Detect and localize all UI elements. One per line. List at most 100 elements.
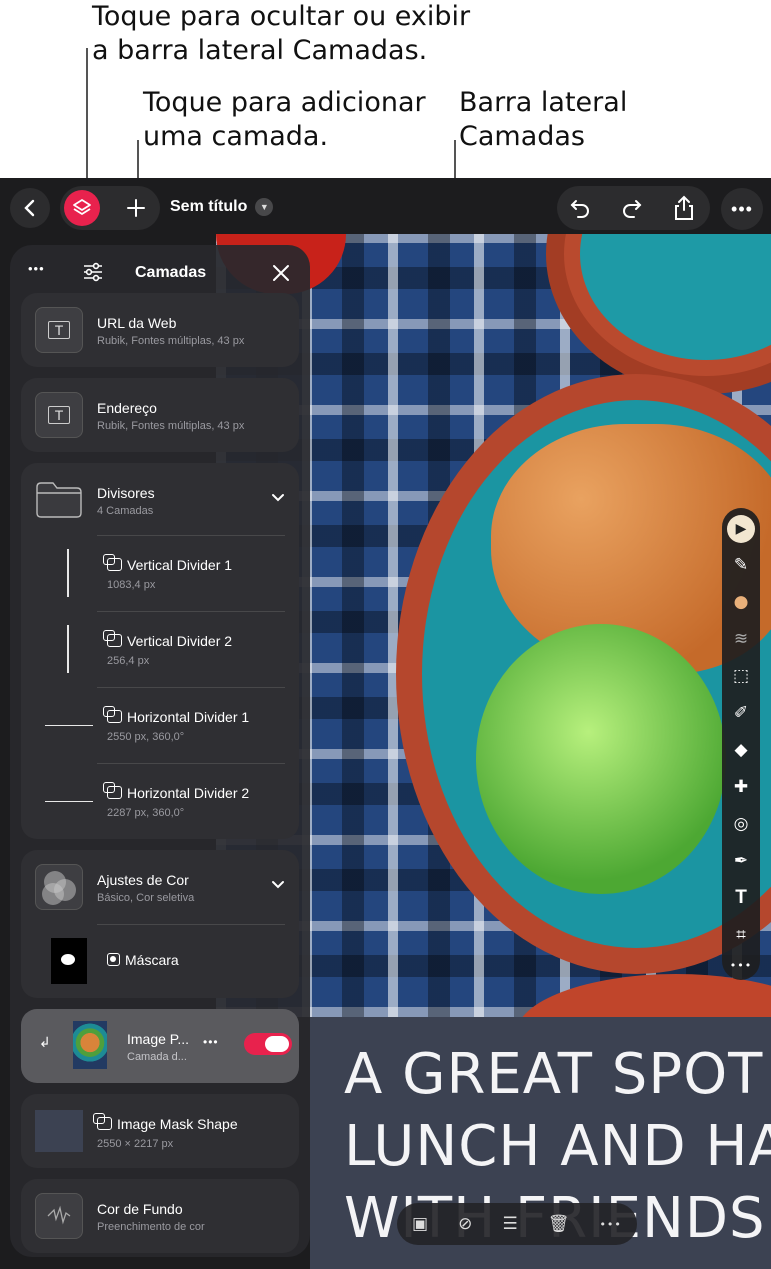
text-tool-icon[interactable]: T (722, 882, 760, 914)
horizontal-line-thumbnail (45, 725, 93, 726)
layers-icon (73, 199, 91, 215)
layer-row-web-url[interactable]: T URL da Web Rubik, Fontes múltiplas, 43… (21, 293, 299, 367)
callout-text-line: Toque para adicionar (143, 87, 426, 118)
mask-image-icon[interactable]: ⊘ (458, 1214, 472, 1234)
mask-label: Máscara (107, 952, 179, 968)
redo-icon[interactable] (621, 198, 643, 218)
back-button[interactable] (10, 188, 50, 228)
mask-row[interactable]: Máscara (21, 924, 299, 998)
brush-icon[interactable]: ✐ (722, 697, 760, 729)
callout-text-line: a barra lateral Camadas. (92, 35, 428, 66)
mask-icon (107, 953, 120, 966)
layer-details: Básico, Cor seletiva (97, 892, 195, 904)
layer-row-horizontal-divider-1[interactable]: Horizontal Divider 1 2550 px, 360,0° (21, 687, 299, 763)
layer-details: 2550 × 2217 px (97, 1138, 174, 1150)
document-title: Sem título (170, 198, 248, 215)
history-share-group (557, 186, 710, 230)
layer-group-dividers[interactable]: Divisores 4 Camadas Vertical Divider 1 1… (21, 463, 299, 839)
layer-row-vertical-divider-1[interactable]: Vertical Divider 1 1083,4 px (21, 535, 299, 611)
marquee-icon[interactable]: ⬚ (722, 660, 760, 692)
layer-row-image-selected[interactable]: ↲ Image P... Camada d... ••• (21, 1009, 299, 1083)
layer-name-text: Horizontal Divider 2 (127, 785, 250, 801)
callout-text-line: Barra lateral (459, 87, 628, 118)
adjust-sliders-icon[interactable]: ☰ (502, 1214, 517, 1234)
clipping-arrow-icon: ↲ (39, 1035, 51, 1051)
text-layer-icon: T (35, 307, 83, 353)
layers-toggle-button[interactable] (64, 190, 100, 226)
layer-details: 256,4 px (107, 655, 150, 667)
layer-name: Image P... (127, 1031, 190, 1047)
callout-text-line: Toque para ocultar ou exibir (92, 1, 471, 32)
layer-name: Image Mask Shape (93, 1113, 238, 1132)
layer-name: Endereço (97, 400, 157, 416)
chevron-down-icon[interactable] (271, 880, 285, 890)
layer-row-image-mask-shape[interactable]: Image Mask Shape 2550 × 2217 px (21, 1094, 299, 1168)
pen-icon[interactable]: ✒ (722, 845, 760, 877)
layer-more-icon[interactable]: ••• (203, 1035, 219, 1049)
panel-title: Camadas (135, 264, 207, 281)
layer-row-vertical-divider-2[interactable]: Vertical Divider 2 256,4 px (21, 611, 299, 687)
layers-sidebar: ••• Camadas T URL da Web Rubik, Fontes m… (10, 245, 310, 1257)
layer-details: Rubik, Fontes múltiplas, 43 px (97, 335, 245, 347)
bottom-toolbar: ▣ ⊘ ☰ 🗑 ••• (397, 1203, 637, 1245)
ellipsis-icon: ••• (731, 198, 753, 219)
close-icon[interactable] (272, 264, 290, 282)
layer-row-address[interactable]: T Endereço Rubik, Fontes múltiplas, 43 p… (21, 378, 299, 452)
layer-row-horizontal-divider-2[interactable]: Horizontal Divider 2 2287 px, 360,0° (21, 763, 299, 839)
clone-icon[interactable]: ◎ (722, 808, 760, 840)
layer-name: Horizontal Divider 1 (103, 706, 250, 725)
chevron-left-icon (24, 199, 35, 217)
horizontal-line-thumbnail (45, 801, 93, 802)
layer-name-text: Horizontal Divider 1 (127, 709, 250, 725)
chevron-down-icon: ▼ (255, 198, 274, 216)
color-icon[interactable]: ● (722, 586, 760, 618)
shape-thumbnail (35, 1110, 83, 1152)
leader-line (86, 48, 88, 188)
document-title-menu[interactable]: Sem título ▼ (170, 198, 274, 216)
more-options-button[interactable]: ••• (721, 188, 763, 230)
layer-name: Cor de Fundo (97, 1201, 183, 1217)
shape-layer-icon (93, 1113, 112, 1130)
share-icon[interactable] (673, 195, 695, 221)
lettuce-shape (476, 624, 726, 894)
shape-layer-icon (103, 706, 122, 723)
callout-layers-toggle: Toque para ocultar ou exibir a barra lat… (92, 0, 470, 68)
add-layer-button[interactable] (118, 190, 154, 226)
eraser-icon[interactable]: ◆ (722, 734, 760, 766)
bandage-icon[interactable]: ✚ (722, 771, 760, 803)
trash-icon[interactable]: 🗑 (548, 1214, 570, 1234)
more-icon[interactable]: ••• (722, 950, 760, 982)
pin-icon[interactable]: ✎ (722, 549, 760, 581)
folder-icon (36, 482, 82, 518)
blur-icon[interactable]: ≋ (722, 623, 760, 655)
layer-visibility-toggle[interactable] (244, 1033, 292, 1055)
group-details: 4 Camadas (97, 505, 154, 517)
vertical-line-thumbnail (67, 549, 69, 597)
layer-name: Horizontal Divider 2 (103, 782, 250, 801)
image-thumbnail (73, 1021, 107, 1069)
image-icon[interactable]: ▣ (412, 1214, 428, 1234)
chevron-down-icon[interactable] (271, 493, 285, 503)
shape-layer-icon (103, 630, 122, 647)
undo-icon[interactable] (569, 198, 591, 218)
callout-text-line: Camadas (459, 121, 585, 152)
select-tool-icon[interactable]: ▶ (722, 512, 760, 544)
callout-sidebar: Barra lateral Camadas (459, 86, 627, 154)
layer-row-color-adjustments[interactable]: Ajustes de Cor Básico, Cor seletiva Másc… (21, 850, 299, 998)
layer-details: 1083,4 px (107, 579, 156, 591)
shape-layer-icon (103, 554, 122, 571)
layer-row-background-color[interactable]: Cor de Fundo Preenchimento de cor (21, 1179, 299, 1253)
layer-name: Ajustes de Cor (97, 872, 189, 888)
plus-icon (127, 199, 145, 217)
color-adjust-icon (35, 864, 83, 910)
layer-name: Vertical Divider 1 (103, 554, 233, 573)
shape-layer-icon (103, 782, 122, 799)
crop-icon[interactable]: ⌗ (722, 919, 760, 951)
filter-sliders-icon[interactable] (82, 262, 104, 282)
panel-more-icon[interactable]: ••• (28, 261, 45, 276)
headline-line: A GREAT SPOT (344, 1042, 764, 1107)
more-icon[interactable]: ••• (599, 1218, 621, 1231)
layer-name-text: Vertical Divider 1 (127, 557, 233, 573)
layer-details: 2550 px, 360,0° (107, 731, 185, 743)
mask-label-text: Máscara (125, 952, 179, 968)
